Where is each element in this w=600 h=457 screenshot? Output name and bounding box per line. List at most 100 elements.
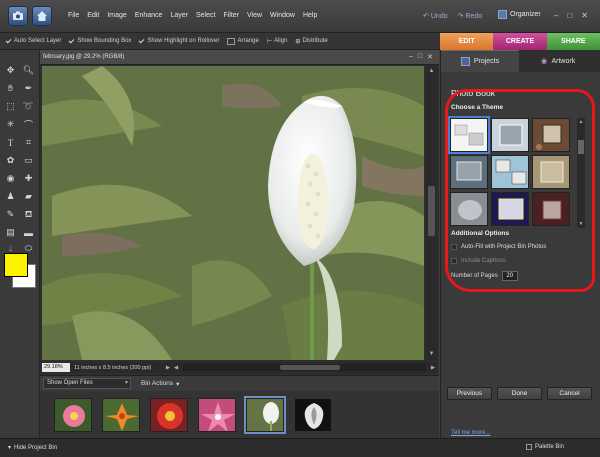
menu-window[interactable]: Window (270, 12, 295, 19)
number-of-pages-field[interactable]: 20 (501, 271, 518, 281)
theme-thumbnail[interactable] (532, 118, 570, 152)
theme-thumbnail[interactable] (450, 192, 488, 226)
show-highlight-option[interactable]: Show Highlight on Rollover (139, 38, 219, 44)
menu-enhance[interactable]: Enhance (135, 12, 163, 19)
close-icon[interactable]: ✕ (427, 53, 433, 61)
arrange-button[interactable]: Arrange (227, 37, 259, 45)
straighten-tool-icon[interactable]: ▭ (22, 154, 35, 167)
image-canvas[interactable] (42, 66, 424, 360)
menu-image[interactable]: Image (107, 12, 126, 19)
tab-edit[interactable]: EDIT (440, 33, 494, 50)
theme-thumbnail[interactable] (532, 192, 570, 226)
done-button[interactable]: Done (497, 387, 542, 400)
home-icon[interactable] (32, 6, 52, 26)
scroll-up-icon[interactable]: ▲ (577, 119, 585, 125)
checkmark-icon (139, 38, 145, 44)
marquee-tool-icon[interactable]: ⬚ (4, 100, 17, 113)
tell-me-more-link[interactable]: Tell me more... (451, 430, 490, 436)
tab-share[interactable]: SHARE (546, 33, 600, 50)
tab-projects[interactable]: Projects (441, 50, 519, 72)
type-tool-icon[interactable]: T (4, 136, 17, 149)
scroll-thumb[interactable] (428, 186, 435, 236)
red-eye-tool-icon[interactable]: ◉ (4, 172, 17, 185)
menu-filter[interactable]: Filter (223, 12, 239, 19)
menu-file[interactable]: File (68, 12, 79, 19)
align-button[interactable]: ⊢ Align (267, 38, 288, 45)
hand-tool-icon[interactable]: ✋︎ (4, 82, 17, 95)
show-files-dropdown[interactable]: Show Open Files (43, 378, 131, 389)
theme-thumbnail[interactable] (491, 155, 529, 189)
status-menu-arrow-icon[interactable]: ▶ (164, 365, 172, 371)
eraser-tool-icon[interactable]: ▰ (22, 190, 35, 203)
undo-button[interactable]: ↶ Undo (423, 12, 448, 21)
healing-brush-tool-icon[interactable]: ✚ (22, 172, 35, 185)
show-bounding-box-option[interactable]: Show Bounding Box (69, 38, 131, 44)
theme-thumbnail[interactable] (491, 118, 529, 152)
scroll-down-icon[interactable]: ▼ (428, 351, 435, 358)
menu-help[interactable]: Help (303, 12, 317, 19)
cancel-button[interactable]: Cancel (547, 387, 592, 400)
thumbnail-pink-lily[interactable] (198, 398, 236, 432)
document-tab[interactable]: february.jpg @ 29.2% (RGB/8) – □ ✕ (40, 50, 439, 65)
clone-stamp-tool-icon[interactable]: ♟ (4, 190, 17, 203)
minimize-icon[interactable]: – (409, 53, 413, 61)
hide-project-bin-button[interactable]: ▾ Hide Project Bin (8, 444, 57, 452)
brush-tool-icon[interactable]: ✎ (4, 208, 17, 221)
distribute-label: Distribute (302, 38, 328, 44)
camera-icon[interactable] (8, 6, 28, 26)
minimize-icon[interactable]: – (554, 11, 558, 20)
thumbnail-red-flower[interactable] (150, 398, 188, 432)
scroll-thumb[interactable] (280, 365, 341, 370)
theme-thumbnail[interactable] (491, 192, 529, 226)
quick-selection-tool-icon[interactable]: ⌒ (22, 118, 35, 131)
include-captions-checkbox[interactable] (451, 258, 457, 264)
eyedropper-tool-icon[interactable]: ✒ (22, 82, 35, 95)
theme-thumbnail[interactable] (450, 155, 488, 189)
scroll-thumb[interactable] (578, 140, 584, 154)
shape-tool-icon[interactable]: ▬ (22, 226, 35, 239)
menu-layer[interactable]: Layer (170, 12, 188, 19)
menu-select[interactable]: Select (196, 12, 215, 19)
thumbnail-orange-lily[interactable] (102, 398, 140, 432)
maximize-icon[interactable]: □ (567, 11, 572, 20)
zoom-field[interactable]: 29.18% (42, 363, 70, 372)
foreground-color-swatch[interactable] (4, 253, 28, 277)
auto-select-layer-option[interactable]: Auto Select Layer (6, 38, 61, 44)
maximize-icon[interactable]: □ (418, 53, 422, 61)
close-icon[interactable]: ✕ (581, 11, 588, 20)
thumbnail-white-peace-lily[interactable] (244, 396, 286, 434)
magic-wand-tool-icon[interactable]: ✳ (4, 118, 17, 131)
theme-thumbnail[interactable] (448, 116, 490, 154)
tab-create[interactable]: CREATE (493, 33, 547, 50)
tool-options-bar: Auto Select Layer Show Bounding Box Show… (0, 33, 440, 50)
thumbnail-pink-flower[interactable] (54, 398, 92, 432)
include-captions-option[interactable]: Include Captions (451, 258, 506, 264)
previous-button[interactable]: Previous (447, 387, 492, 400)
move-tool-icon[interactable]: ✥ (4, 64, 17, 77)
scroll-down-icon[interactable]: ▼ (577, 221, 585, 227)
bin-actions-menu[interactable]: Bin Actions ▾ (141, 380, 179, 388)
paint-bucket-tool-icon[interactable]: ⛾ (22, 208, 35, 221)
scroll-right-icon[interactable]: ▶ (429, 365, 437, 371)
tab-artwork[interactable]: ❀ Artwork (519, 50, 597, 72)
vertical-scrollbar[interactable]: ▲ ▼ (426, 66, 437, 360)
redo-button[interactable]: ↷ Redo (458, 12, 483, 21)
scroll-left-icon[interactable]: ◀ (172, 365, 180, 371)
theme-scrollbar[interactable]: ▲ ▼ (577, 118, 585, 228)
organizer-button[interactable]: Organizer (498, 10, 541, 19)
scroll-up-icon[interactable]: ▲ (428, 68, 435, 75)
autofill-checkbox[interactable] (451, 244, 457, 250)
cookie-cutter-tool-icon[interactable]: ✿ (4, 154, 17, 167)
crop-tool-icon[interactable]: ⌗ (22, 136, 35, 149)
palette-bin-button[interactable]: Palette Bin (526, 444, 564, 450)
zoom-tool-icon[interactable]: 🔍︎ (22, 64, 35, 77)
gradient-tool-icon[interactable]: ▤ (4, 226, 17, 239)
horizontal-scrollbar[interactable] (183, 364, 426, 371)
autofill-option[interactable]: Auto-Fill with Project Bin Photos (451, 244, 546, 250)
thumbnail-black-white-flower[interactable] (294, 398, 332, 432)
menu-view[interactable]: View (247, 12, 262, 19)
lasso-tool-icon[interactable]: ➰ (22, 100, 35, 113)
distribute-button[interactable]: ⊞ Distribute (295, 38, 327, 45)
theme-thumbnail[interactable] (532, 155, 570, 189)
menu-edit[interactable]: Edit (87, 12, 99, 19)
